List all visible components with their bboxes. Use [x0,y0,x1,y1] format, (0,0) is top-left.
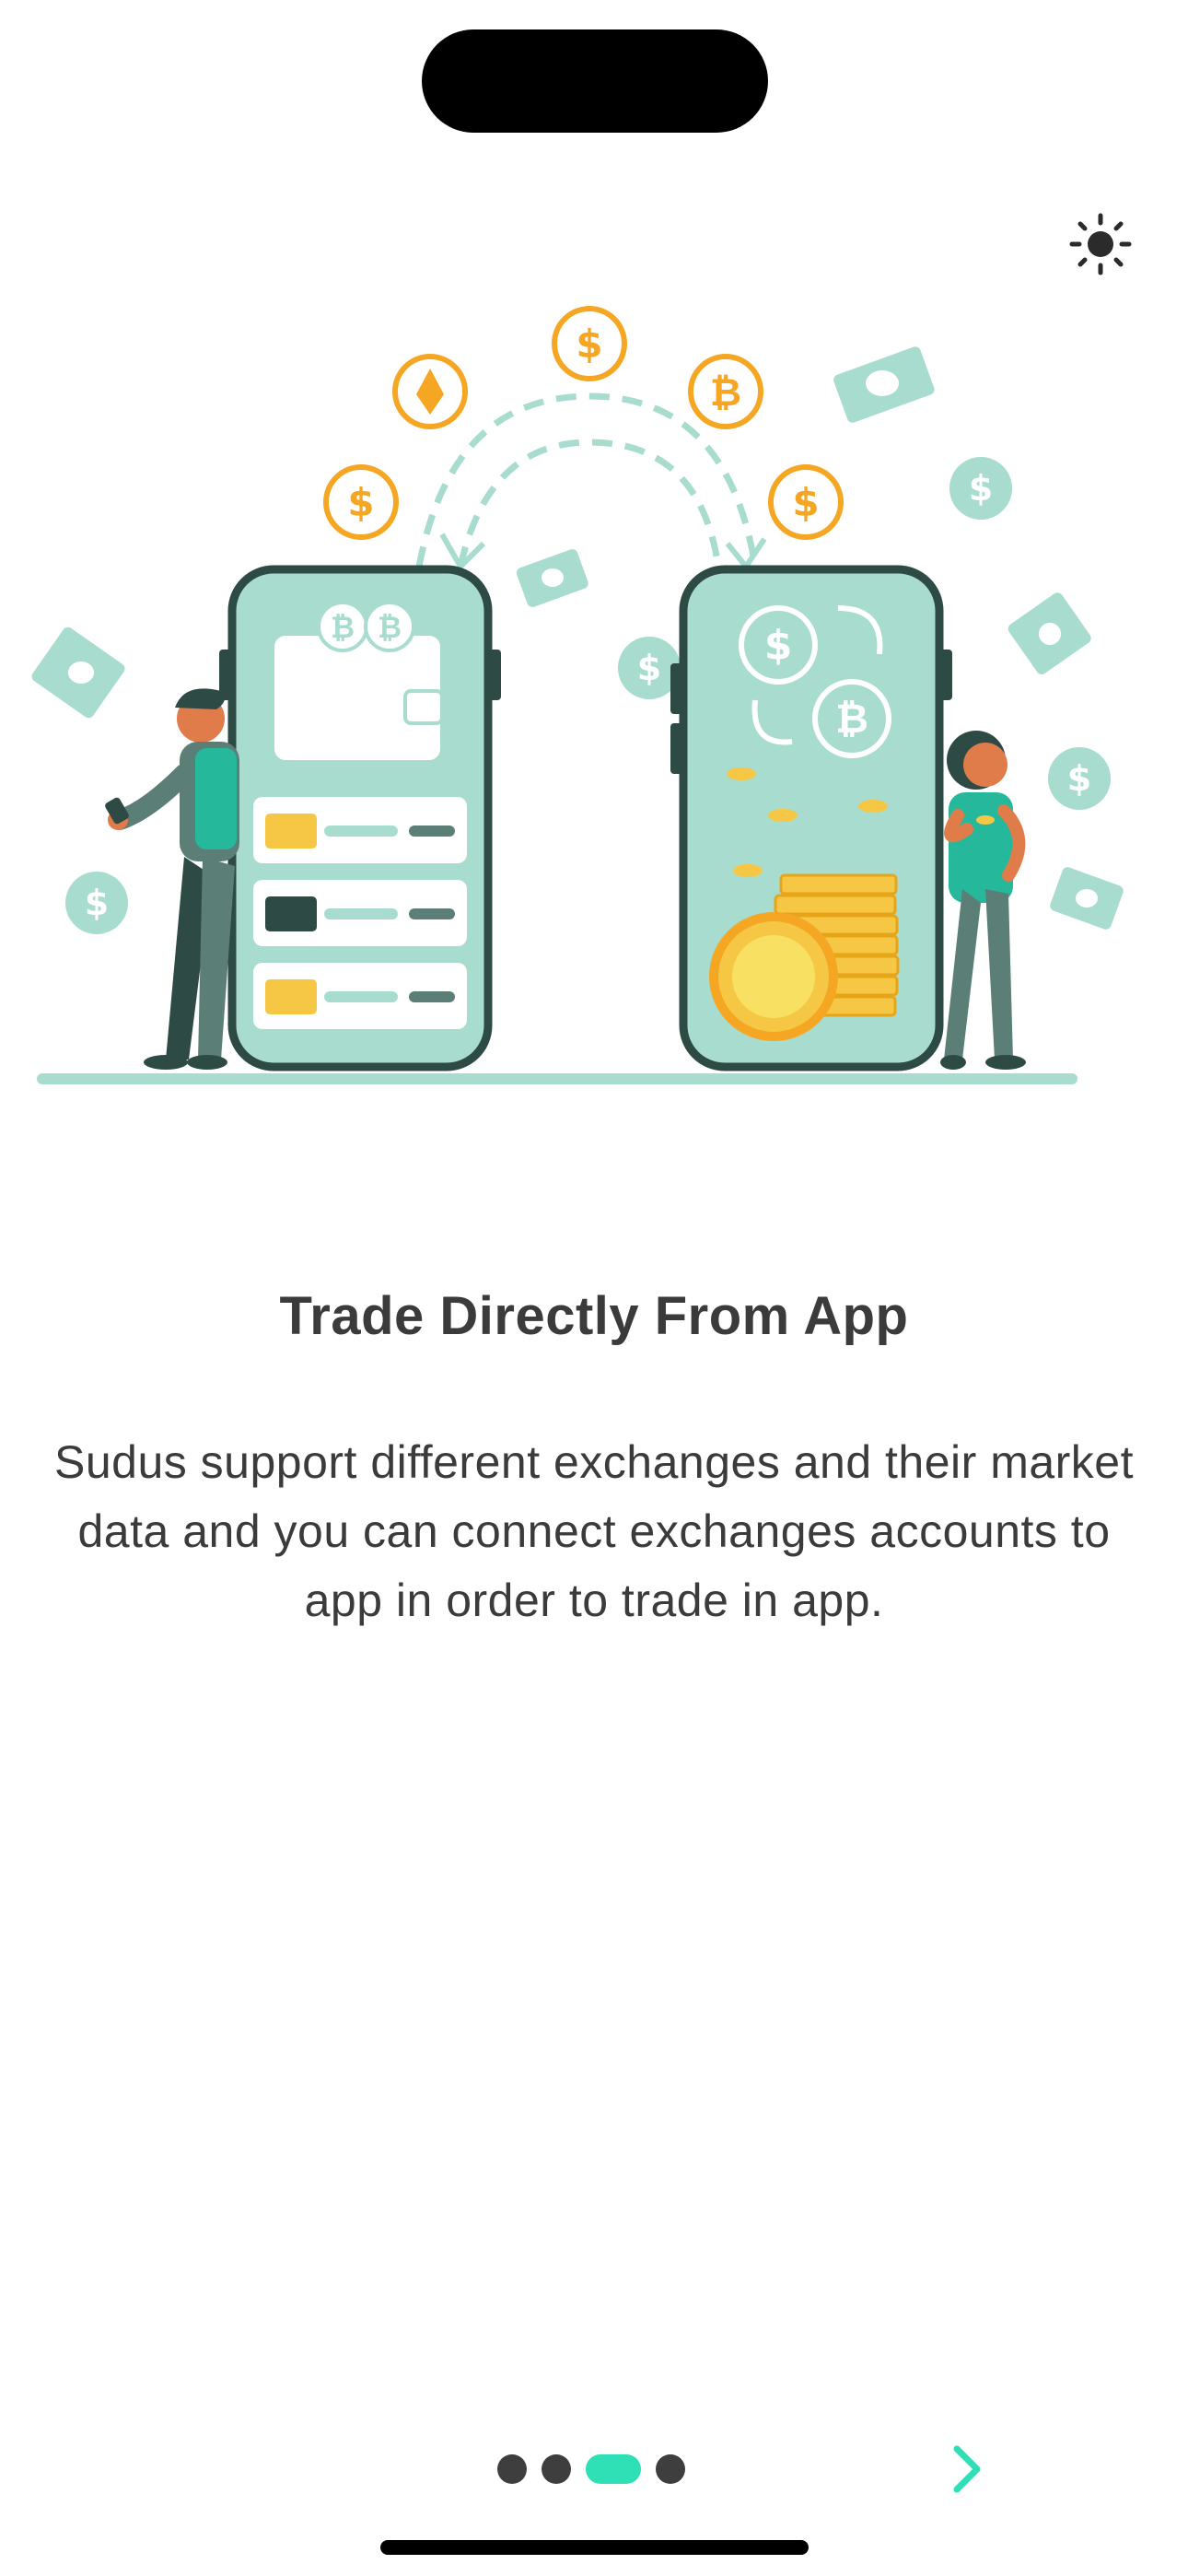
onboarding-title: Trade Directly From App [279,1286,909,1346]
chevron-right-icon [953,2445,981,2493]
trade-illustration: $ $ $ ₿ $ $ $ $ ₿ ₿ $ ₿ [0,276,1188,1106]
theme-toggle-button[interactable] [1059,203,1142,286]
svg-text:$: $ [792,480,819,525]
svg-text:$: $ [85,883,109,923]
svg-text:$: $ [347,480,374,525]
svg-text:$: $ [969,468,993,509]
home-indicator [380,2540,809,2555]
page-dot-2[interactable] [542,2454,571,2484]
svg-text:$: $ [1067,758,1091,799]
next-button[interactable] [930,2428,1004,2511]
page-indicator [497,2451,685,2488]
sun-icon [1069,213,1132,275]
svg-text:₿: ₿ [710,369,741,415]
svg-text:$: $ [764,622,793,669]
svg-text:$: $ [576,322,602,367]
svg-text:₿: ₿ [378,610,402,645]
page-dot-1[interactable] [497,2454,527,2484]
page-dot-3-active[interactable] [586,2454,641,2484]
svg-text:₿: ₿ [331,610,355,645]
dynamic-island [422,29,768,133]
svg-text:₿: ₿ [835,696,868,743]
onboarding-description: Sudus support different exchanges and th… [54,1436,1134,1626]
page-dot-4[interactable] [656,2454,685,2484]
svg-text:$: $ [637,648,661,688]
